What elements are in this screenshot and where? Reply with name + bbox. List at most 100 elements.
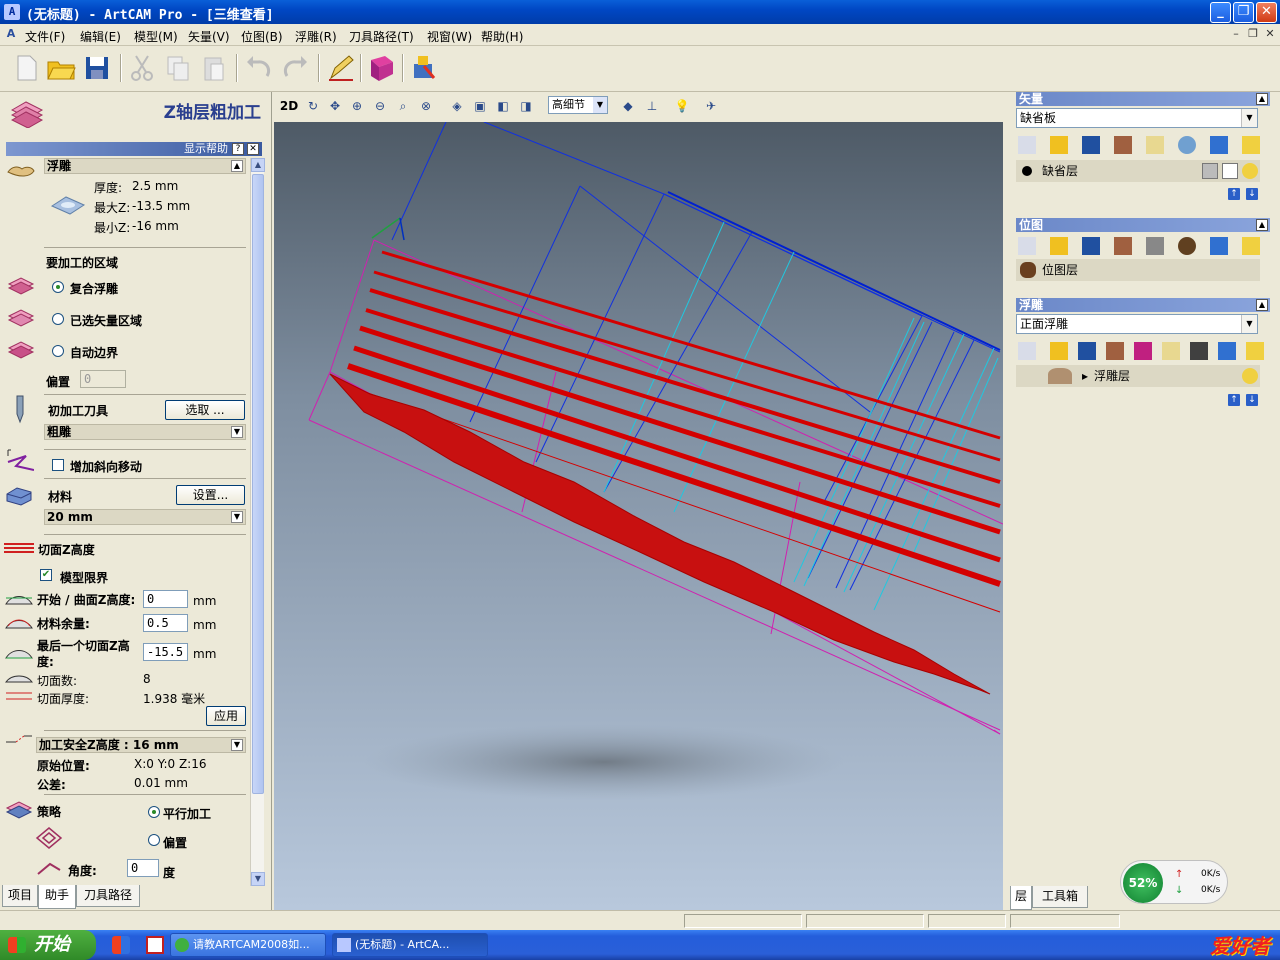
3d-scene[interactable] bbox=[274, 122, 1003, 910]
panel-scrollbar[interactable]: ▲ ▼ bbox=[250, 158, 265, 886]
collapse-icon[interactable]: ▲ bbox=[1256, 299, 1268, 311]
color-layer-icon[interactable] bbox=[1178, 136, 1196, 154]
expand-arrow-icon[interactable]: ▸ bbox=[1082, 365, 1088, 387]
pen-icon[interactable] bbox=[1222, 163, 1238, 179]
document-icon[interactable]: A bbox=[3, 27, 19, 42]
collapse-icon[interactable]: ▲ bbox=[1256, 219, 1268, 231]
relief-combo[interactable]: 正面浮雕 ▼ bbox=[1016, 314, 1258, 334]
layer-down-icon[interactable]: ↓ bbox=[1246, 188, 1258, 200]
offset-input[interactable]: 0 bbox=[80, 370, 126, 388]
menu-help[interactable]: 帮助(H) bbox=[481, 28, 523, 45]
save-icon[interactable] bbox=[81, 52, 113, 84]
lock-icon[interactable] bbox=[1202, 163, 1218, 179]
collapse-icon[interactable]: ▲ bbox=[231, 160, 243, 172]
edit-pencil-icon[interactable] bbox=[325, 52, 357, 84]
quick-launch-media-icon[interactable] bbox=[146, 936, 164, 954]
rotate-view-icon[interactable]: ↻ bbox=[304, 97, 322, 115]
area-radio-composite[interactable] bbox=[52, 281, 64, 293]
mdi-close-icon[interactable]: ✕ bbox=[1262, 27, 1278, 42]
new-bitmap-icon[interactable] bbox=[1018, 237, 1036, 255]
redo-icon[interactable] bbox=[279, 52, 311, 84]
relief-down-icon[interactable]: ↓ bbox=[1246, 394, 1258, 406]
delete-relief-icon[interactable] bbox=[1218, 342, 1236, 360]
mdi-restore-icon[interactable]: ❐ bbox=[1245, 27, 1261, 42]
maximize-icon[interactable]: ❐ bbox=[1233, 2, 1254, 23]
detail-select[interactable]: 高细节 ▼ bbox=[548, 96, 608, 114]
chevron-down-icon[interactable]: ▼ bbox=[593, 97, 607, 113]
ramp-label[interactable]: 增加斜向移动 bbox=[70, 458, 142, 475]
bitmap-image-icon[interactable] bbox=[1178, 237, 1196, 255]
area-option-selected-vector[interactable]: 已选矢量区域 bbox=[70, 312, 142, 329]
undo-icon[interactable] bbox=[243, 52, 275, 84]
layer-properties-icon[interactable] bbox=[1146, 136, 1164, 154]
menu-window[interactable]: 视窗(W) bbox=[427, 28, 472, 45]
chevron-down-icon[interactable]: ▼ bbox=[1241, 315, 1257, 333]
allowance-input[interactable]: 0.5 bbox=[143, 614, 188, 632]
menu-relief[interactable]: 浮雕(R) bbox=[295, 28, 337, 45]
close-icon[interactable]: ✕ bbox=[247, 143, 259, 155]
zoom-in-icon[interactable]: ⊕ bbox=[348, 97, 366, 115]
save-bitmap-icon[interactable] bbox=[1082, 237, 1100, 255]
save-relief-icon[interactable] bbox=[1078, 342, 1096, 360]
help-label[interactable]: 显示帮助 bbox=[184, 142, 228, 155]
bitmap-section-header[interactable]: 位图 ▲ bbox=[1016, 218, 1270, 232]
delete-bitmap-icon[interactable] bbox=[1210, 237, 1228, 255]
menu-vector[interactable]: 矢量(V) bbox=[188, 28, 230, 45]
light-bitmap-icon[interactable] bbox=[1242, 237, 1260, 255]
3d-viewport[interactable] bbox=[274, 122, 1003, 910]
front-view-icon[interactable]: ▣ bbox=[471, 97, 489, 115]
material-setup-button[interactable]: 设置... bbox=[176, 485, 245, 505]
relief-layer-name[interactable]: 浮雕层 bbox=[1094, 365, 1130, 387]
vector-layer-name[interactable]: 缺省层 bbox=[1042, 160, 1078, 182]
paste-icon[interactable] bbox=[198, 52, 230, 84]
taskbar-task-browser[interactable]: 请教ARTCAM2008如... bbox=[170, 933, 326, 957]
shaded-relief-icon[interactable]: ◆ bbox=[619, 97, 637, 115]
tab-layers[interactable]: 层 bbox=[1010, 886, 1032, 910]
zoom-out-icon[interactable]: ⊖ bbox=[371, 97, 389, 115]
minimize-icon[interactable]: _ bbox=[1210, 2, 1231, 23]
taskbar-task-artcam[interactable]: (无标题) - ArtCA... bbox=[332, 933, 488, 957]
apply-button[interactable]: 应用 bbox=[206, 706, 246, 726]
open-folder-icon[interactable] bbox=[45, 52, 77, 84]
area-radio-selected-vector[interactable] bbox=[52, 313, 64, 325]
strategy-radio-raster[interactable] bbox=[148, 806, 160, 818]
collapse-icon[interactable]: ▲ bbox=[1256, 93, 1268, 105]
expand-icon[interactable]: ▼ bbox=[231, 739, 243, 751]
open-relief-icon[interactable] bbox=[1050, 342, 1068, 360]
help-bar[interactable]: 显示帮助 ? ✕ bbox=[6, 142, 262, 156]
close-icon[interactable]: ✕ bbox=[1256, 2, 1277, 23]
expand-icon[interactable]: ▼ bbox=[231, 511, 243, 523]
artcam-logo-icon[interactable]: A bbox=[4, 4, 20, 20]
scroll-up-icon[interactable]: ▲ bbox=[251, 158, 265, 172]
vector-layer-row[interactable]: 缺省层 bbox=[1016, 160, 1260, 182]
area-option-composite[interactable]: 复合浮雕 bbox=[70, 280, 118, 297]
delete-layer-icon[interactable] bbox=[1210, 136, 1228, 154]
layer-up-icon[interactable]: ↑ bbox=[1228, 188, 1240, 200]
relief-layer-row[interactable]: ▸ 浮雕层 bbox=[1016, 365, 1260, 387]
vector-section-header[interactable]: 矢量 ▲ bbox=[1016, 92, 1270, 106]
visibility-bulb-icon[interactable] bbox=[1242, 368, 1258, 384]
cut-icon[interactable] bbox=[126, 52, 158, 84]
scroll-thumb[interactable] bbox=[252, 174, 264, 794]
view-2d-button[interactable]: 2D bbox=[278, 97, 300, 115]
tab-toolpaths[interactable]: 刀具路径 bbox=[76, 885, 140, 907]
start-button[interactable]: 开始 bbox=[0, 930, 96, 960]
zoom-fit-icon[interactable]: ⊗ bbox=[417, 97, 435, 115]
strategy-option-offset[interactable]: 偏置 bbox=[163, 834, 187, 851]
quick-launch-windows-icon[interactable] bbox=[112, 936, 130, 954]
select-tool-button[interactable]: 选取 ... bbox=[165, 400, 245, 420]
pan-view-icon[interactable]: ✥ bbox=[326, 97, 344, 115]
top-view-icon[interactable]: ◨ bbox=[517, 97, 535, 115]
right-view-icon[interactable]: ◧ bbox=[494, 97, 512, 115]
lighting-icon[interactable]: 💡 bbox=[673, 97, 691, 115]
save-layer-icon[interactable] bbox=[1082, 136, 1100, 154]
area-radio-auto-boundary[interactable] bbox=[52, 345, 64, 357]
model-limit-label[interactable]: 模型限界 bbox=[60, 569, 108, 586]
bitmap-layer-row[interactable]: 位图层 bbox=[1016, 259, 1260, 281]
relief-grayscale-icon[interactable] bbox=[1190, 342, 1208, 360]
tab-assistant[interactable]: 助手 bbox=[38, 885, 76, 909]
scroll-down-icon[interactable]: ▼ bbox=[251, 872, 265, 886]
machine-icon[interactable] bbox=[408, 52, 440, 84]
new-file-icon[interactable] bbox=[10, 52, 42, 84]
zoom-box-icon[interactable]: ⌕ bbox=[394, 97, 412, 115]
